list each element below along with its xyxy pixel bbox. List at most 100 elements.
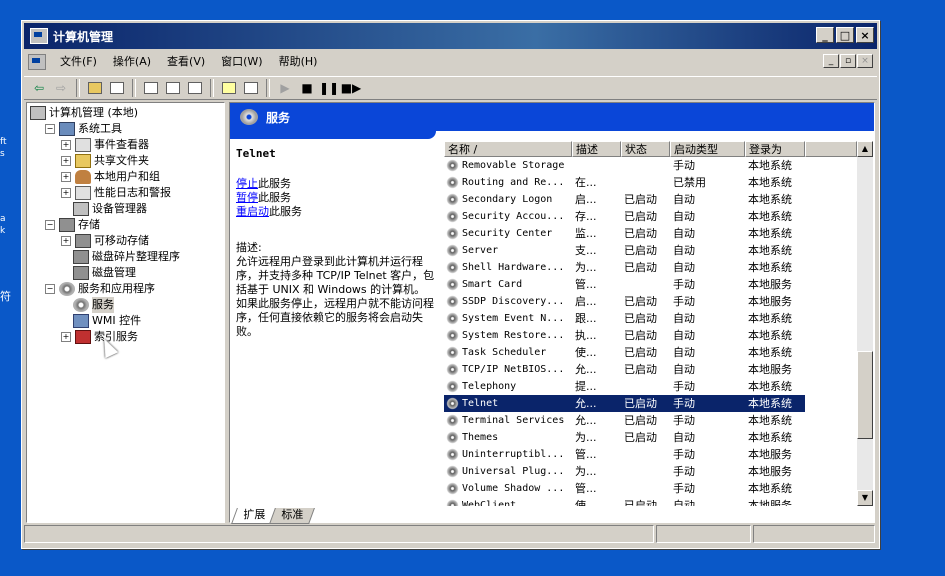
tab-standard-label: 标准: [281, 508, 304, 521]
tree-item[interactable]: 设备管理器: [73, 201, 147, 217]
scroll-down-button[interactable]: ▼: [857, 490, 873, 506]
service-row[interactable]: Security Accou... 存... 已启动 自动 本地系统: [444, 208, 805, 225]
column-name-header[interactable]: 名称 /: [444, 141, 572, 157]
stop-service-icon[interactable]: ■: [296, 78, 318, 98]
service-status: 已启动: [624, 261, 657, 274]
restart-service-link[interactable]: 重启动: [236, 205, 269, 218]
service-logon: 本地系统: [748, 414, 792, 427]
tree-item[interactable]: + 性能日志和警报: [61, 185, 171, 201]
service-status: 已启动: [624, 363, 657, 376]
service-logon: 本地系统: [748, 210, 792, 223]
expand-icon[interactable]: +: [61, 332, 71, 342]
menu-action[interactable]: 操作(A): [105, 53, 159, 71]
service-row[interactable]: Secondary Logon 启... 已启动 自动 本地系统: [444, 191, 805, 208]
menu-help[interactable]: 帮助(H): [271, 53, 326, 71]
defrag-icon: [73, 250, 89, 264]
tree-item[interactable]: + 可移动存储: [61, 233, 149, 249]
child-minimize-button[interactable]: _: [823, 54, 839, 68]
child-restore-button[interactable]: ▫: [840, 54, 856, 68]
service-row[interactable]: System Restore... 执... 已启动 自动 本地系统: [444, 327, 805, 344]
scroll-up-button[interactable]: ▲: [857, 141, 873, 157]
menu-window[interactable]: 窗口(W): [213, 53, 270, 71]
service-row[interactable]: Telnet 允... 已启动 手动 本地系统: [444, 395, 805, 412]
tree-item[interactable]: WMI 控件: [73, 313, 141, 329]
close-button[interactable]: ×: [856, 27, 874, 43]
start-service-icon[interactable]: ▶: [274, 78, 296, 98]
properties-icon[interactable]: [140, 78, 162, 98]
tree-item[interactable]: + 共享文件夹: [61, 153, 149, 169]
tree-item[interactable]: − 服务和应用程序: [45, 281, 155, 297]
service-row[interactable]: WebClient 使... 已启动 自动 本地服务: [444, 497, 805, 506]
tree-item[interactable]: + 本地用户和组: [61, 169, 160, 185]
column-logon-header[interactable]: 登录为: [745, 141, 805, 157]
tree-item[interactable]: − 系统工具: [45, 121, 122, 137]
restart-service-icon[interactable]: ■▶: [340, 78, 362, 98]
expand-icon[interactable]: +: [61, 236, 71, 246]
refresh-icon[interactable]: [162, 78, 184, 98]
service-description: 跟...: [575, 312, 597, 325]
view-tabs: 扩展 标准: [231, 508, 315, 524]
tree-root[interactable]: 计算机管理 (本地): [30, 105, 138, 121]
action-pane-icon[interactable]: [240, 78, 262, 98]
expand-icon[interactable]: +: [61, 172, 71, 182]
expand-icon[interactable]: +: [61, 140, 71, 150]
service-gear-icon: [446, 193, 459, 206]
desktop-icon-label: k: [0, 226, 6, 236]
service-name: Routing and Re...: [444, 174, 572, 191]
event-viewer-icon: [75, 138, 91, 152]
menu-file[interactable]: 文件(F): [52, 53, 105, 71]
service-row[interactable]: Routing and Re... 在... 已禁用 本地系统: [444, 174, 805, 191]
tree-item[interactable]: 磁盘管理: [73, 265, 136, 281]
collapse-icon[interactable]: −: [45, 220, 55, 230]
export-list-icon[interactable]: [184, 78, 206, 98]
minimize-button[interactable]: _: [816, 27, 834, 43]
service-row[interactable]: System Event N... 跟... 已启动 自动 本地系统: [444, 310, 805, 327]
expand-icon[interactable]: +: [61, 188, 71, 198]
service-row[interactable]: Security Center 监... 已启动 自动 本地系统: [444, 225, 805, 242]
service-logon: 本地系统: [745, 395, 805, 412]
child-close-button[interactable]: ×: [857, 54, 873, 68]
service-row[interactable]: SSDP Discovery... 启... 已启动 手动 本地服务: [444, 293, 805, 310]
service-row[interactable]: Themes 为... 已启动 自动 本地系统: [444, 429, 805, 446]
service-status: 已启动: [624, 244, 657, 257]
menu-view[interactable]: 查看(V): [159, 53, 213, 71]
service-row[interactable]: Terminal Services 允... 已启动 手动 本地系统: [444, 412, 805, 429]
column-startup-type-header[interactable]: 启动类型: [670, 141, 745, 157]
collapse-icon[interactable]: −: [45, 284, 55, 294]
show-hide-tree-icon[interactable]: [106, 78, 128, 98]
tree-item[interactable]: 服务: [73, 297, 114, 313]
child-window-icon[interactable]: [28, 54, 46, 70]
service-row[interactable]: Uninterruptibl... 管... 手动 本地服务: [444, 446, 805, 463]
column-description-header[interactable]: 描述: [572, 141, 621, 157]
service-row[interactable]: Shell Hardware... 为... 已启动 自动 本地系统: [444, 259, 805, 276]
scroll-thumb[interactable]: [857, 351, 873, 439]
forward-arrow-icon[interactable]: ⇨: [50, 78, 72, 98]
tree-item[interactable]: 磁盘碎片整理程序: [73, 249, 180, 265]
service-name: TCP/IP NetBIOS...: [444, 361, 572, 378]
help-icon[interactable]: [218, 78, 240, 98]
tree-item[interactable]: − 存储: [45, 217, 100, 233]
service-row[interactable]: Removable Storage 手动 本地系统: [444, 157, 805, 174]
service-gear-icon: [446, 244, 459, 257]
pause-service-link[interactable]: 暂停: [236, 191, 258, 204]
title-bar[interactable]: 计算机管理 _ □ ×: [24, 23, 877, 49]
stop-service-link[interactable]: 停止: [236, 177, 258, 190]
column-status-header[interactable]: 状态: [621, 141, 670, 157]
tree-item[interactable]: + 事件查看器: [61, 137, 149, 153]
collapse-icon[interactable]: −: [45, 124, 55, 134]
vertical-scrollbar[interactable]: ▲ ▼: [857, 141, 873, 506]
service-row[interactable]: TCP/IP NetBIOS... 允... 已启动 自动 本地服务: [444, 361, 805, 378]
maximize-button[interactable]: □: [836, 27, 854, 43]
up-folder-icon[interactable]: [84, 78, 106, 98]
service-row[interactable]: Telephony 提... 手动 本地系统: [444, 378, 805, 395]
expand-icon[interactable]: +: [61, 156, 71, 166]
tab-standard[interactable]: 标准: [269, 508, 315, 524]
pause-service-icon[interactable]: ❚❚: [318, 78, 340, 98]
service-row[interactable]: Smart Card 管... 手动 本地服务: [444, 276, 805, 293]
back-arrow-icon[interactable]: ⇦: [28, 78, 50, 98]
service-row[interactable]: Task Scheduler 使... 已启动 自动 本地系统: [444, 344, 805, 361]
service-startup-type: 手动: [673, 482, 695, 495]
service-row[interactable]: Server 支... 已启动 自动 本地系统: [444, 242, 805, 259]
service-row[interactable]: Universal Plug... 为... 手动 本地服务: [444, 463, 805, 480]
service-row[interactable]: Volume Shadow ... 管... 手动 本地系统: [444, 480, 805, 497]
